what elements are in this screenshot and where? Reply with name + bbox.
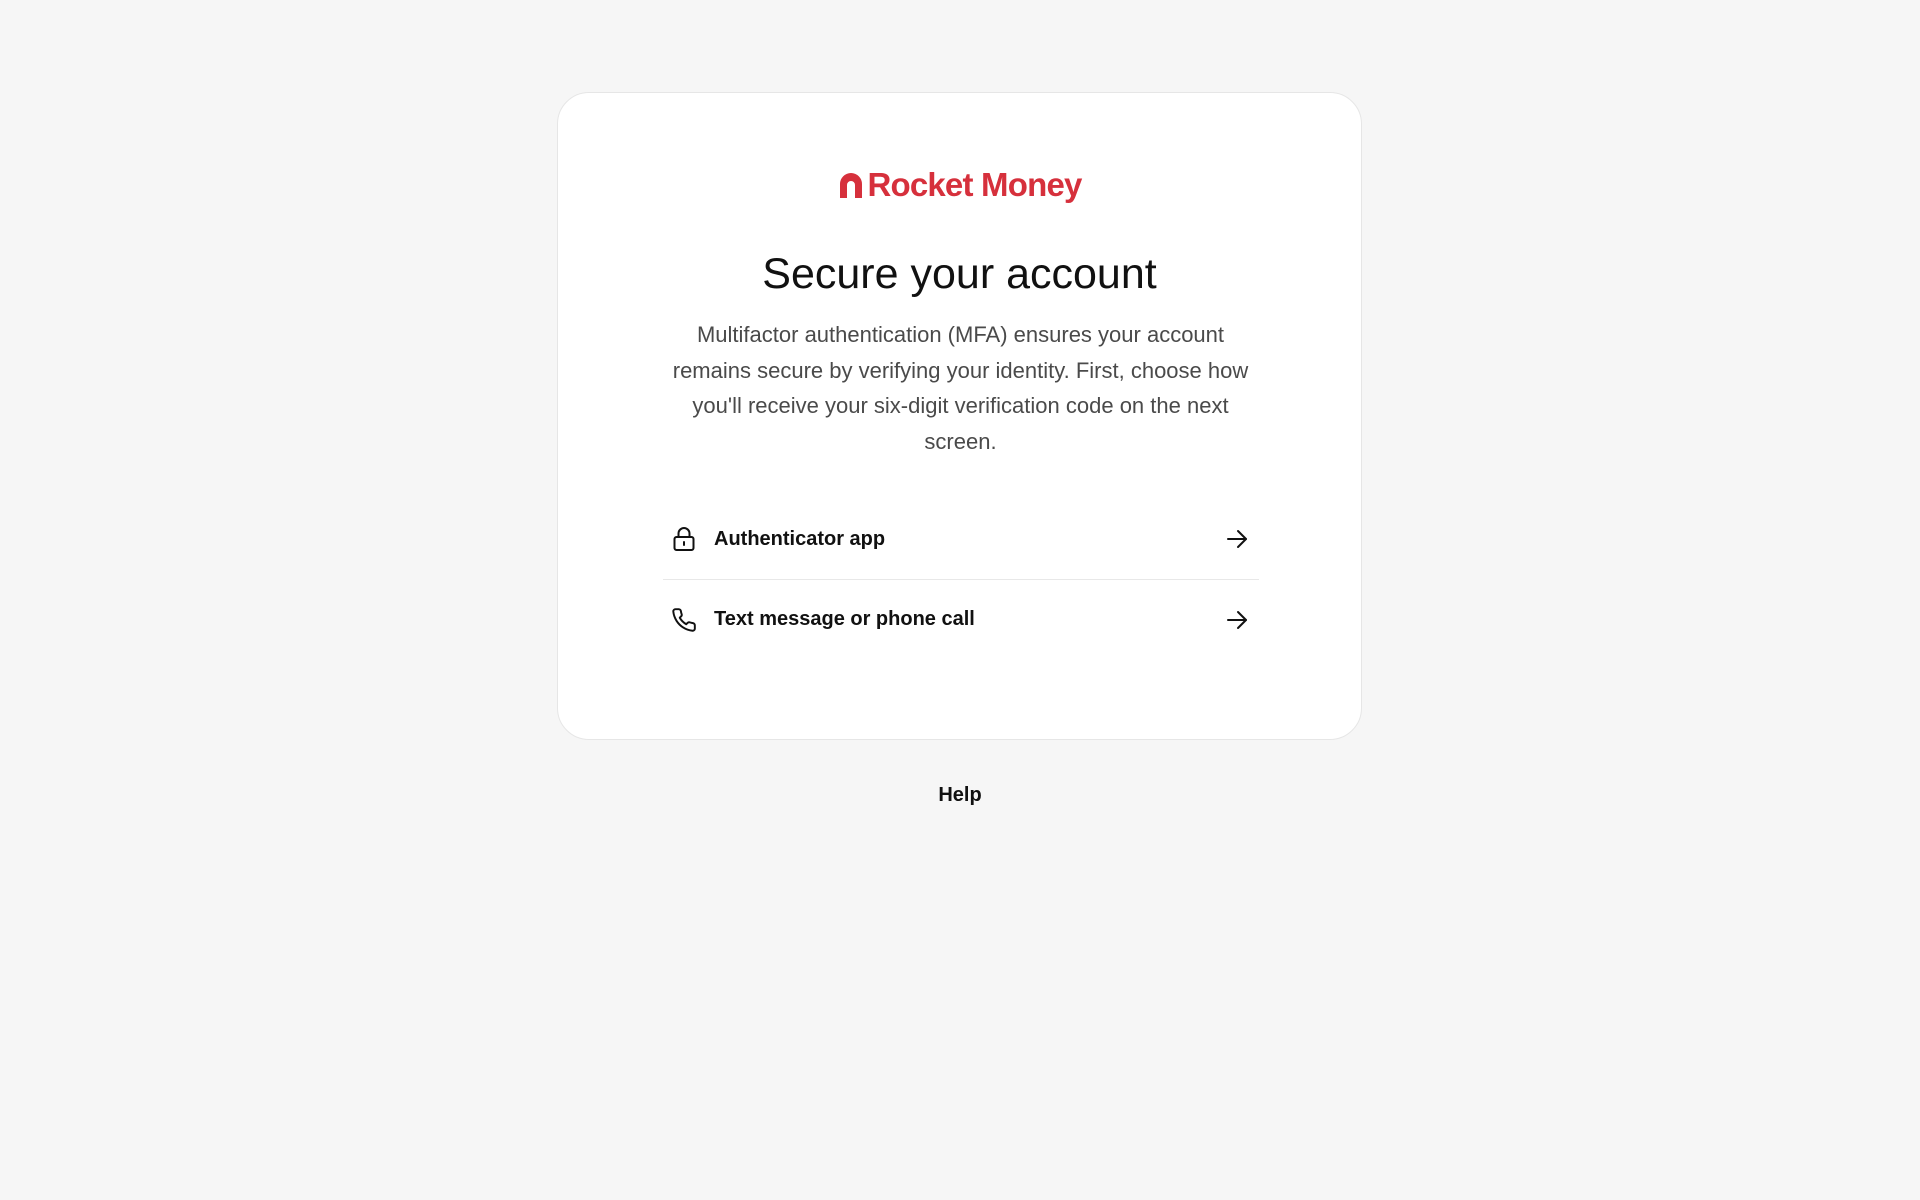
- rocket-money-logo-icon: [840, 173, 863, 198]
- option-text-or-call[interactable]: Text message or phone call: [663, 579, 1259, 659]
- arrow-right-icon: [1225, 608, 1249, 632]
- help-link[interactable]: Help: [938, 784, 981, 806]
- help-footer: Help: [0, 784, 1920, 807]
- rocket-money-logo: Rocket Money: [558, 165, 1361, 205]
- option-label: Text message or phone call: [714, 608, 975, 630]
- mfa-card: Rocket Money Secure your account Multifa…: [557, 92, 1362, 740]
- page-title: Secure your account: [762, 250, 1157, 298]
- arrow-right-icon: [1225, 527, 1249, 551]
- option-authenticator-app[interactable]: Authenticator app: [663, 499, 1259, 579]
- page-description: Multifactor authentication (MFA) ensures…: [672, 322, 1249, 454]
- option-label: Authenticator app: [714, 527, 886, 550]
- lock-icon: [671, 526, 697, 552]
- phone-icon: [671, 607, 697, 633]
- brand-name: Rocket Money: [867, 166, 1082, 203]
- mfa-options-list: Authenticator app Text message or phone …: [663, 499, 1259, 659]
